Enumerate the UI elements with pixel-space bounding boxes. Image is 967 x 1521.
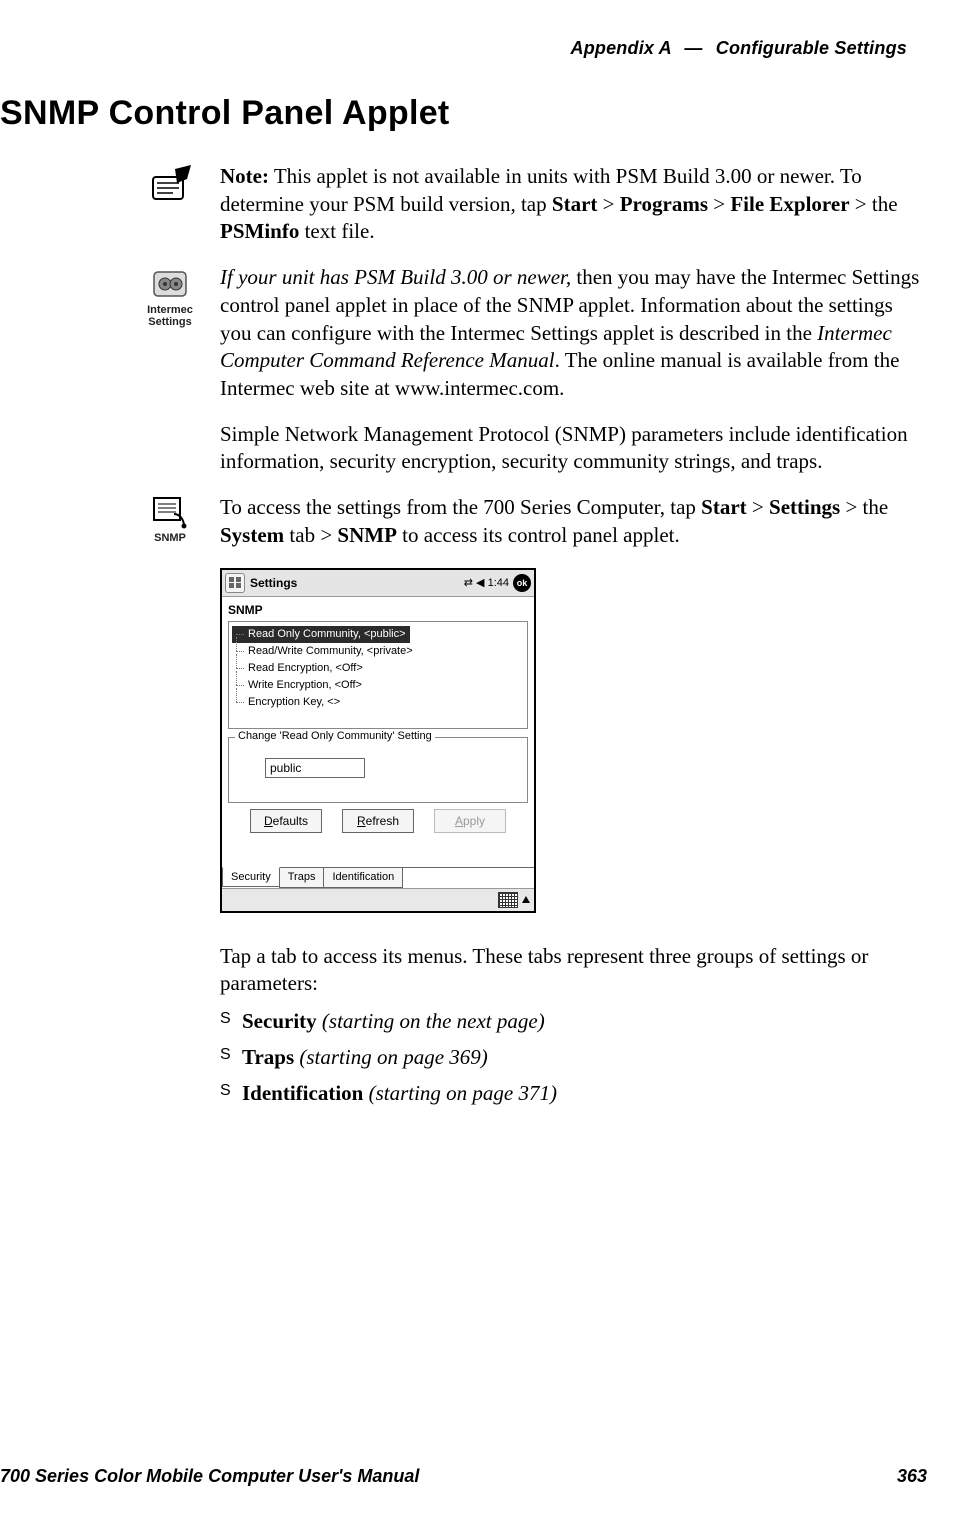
- tree-item-encryption-key[interactable]: Encryption Key, <>: [232, 694, 524, 711]
- header-title: Configurable Settings: [716, 38, 907, 58]
- ok-button[interactable]: ok: [513, 574, 531, 592]
- note-icon: [140, 165, 200, 203]
- running-head: Appendix A — Configurable Settings: [0, 38, 907, 59]
- up-arrow-icon[interactable]: [522, 896, 530, 903]
- tab-security[interactable]: Security: [222, 867, 280, 887]
- note-prefix: Note:: [220, 164, 269, 188]
- titlebar: Settings ⇄ ◀ 1:44 ok: [222, 570, 534, 597]
- snmp-paragraph: Simple Network Management Protocol (SNMP…: [220, 421, 927, 476]
- intermec-icon-caption: Intermec Settings: [140, 304, 200, 328]
- titlebar-title: Settings: [250, 576, 297, 590]
- panel-title: SNMP: [222, 597, 534, 619]
- settings-tree[interactable]: Read Only Community, <public> Read/Write…: [228, 621, 528, 729]
- footer-page-number: 363: [897, 1466, 927, 1487]
- start-flag-icon[interactable]: [225, 573, 245, 593]
- tab-identification[interactable]: Identification: [323, 868, 403, 888]
- access-text: To access the settings from the 700 Seri…: [220, 494, 927, 549]
- bullet-security: Security (starting on the next page): [220, 1008, 927, 1036]
- change-setting-fieldset: Change 'Read Only Community' Setting: [228, 737, 528, 803]
- refresh-button[interactable]: Refresh: [342, 809, 414, 833]
- defaults-button[interactable]: Defaults: [250, 809, 322, 833]
- intermec-text: If your unit has PSM Build 3.00 or newer…: [220, 264, 927, 403]
- tree-item-read-write-community[interactable]: Read/Write Community, <private>: [232, 643, 524, 660]
- tree-item-read-only-community[interactable]: Read Only Community, <public>: [232, 626, 410, 643]
- snmp-para-text: Simple Network Management Protocol (SNMP…: [220, 421, 927, 476]
- keyboard-icon[interactable]: [498, 892, 518, 908]
- dash: —: [676, 38, 710, 58]
- snmp-icon: SNMP: [140, 496, 200, 544]
- page-footer: 700 Series Color Mobile Computer User's …: [0, 1466, 967, 1487]
- bullet-identification: Identification (starting on page 371): [220, 1080, 927, 1108]
- footer-left: 700 Series Color Mobile Computer User's …: [0, 1466, 419, 1487]
- tree-item-write-encryption[interactable]: Write Encryption, <Off>: [232, 677, 524, 694]
- intermec-block: Intermec Settings If your unit has PSM B…: [220, 264, 927, 403]
- bullet-traps: Traps (starting on page 369): [220, 1044, 927, 1072]
- tree-item-read-encryption[interactable]: Read Encryption, <Off>: [232, 660, 524, 677]
- intermec-settings-icon: Intermec Settings: [140, 266, 200, 328]
- access-block: SNMP To access the settings from the 700…: [220, 494, 927, 549]
- setting-value-input[interactable]: [265, 758, 365, 778]
- bullet-list: Security (starting on the next page) Tra…: [220, 1008, 927, 1107]
- apply-button: Apply: [434, 809, 506, 833]
- device-screenshot: Settings ⇄ ◀ 1:44 ok SNMP Read Only Comm…: [220, 568, 927, 913]
- note-block: Note: This applet is not available in un…: [220, 163, 927, 246]
- status-icons: ⇄ ◀ 1:44: [464, 576, 509, 589]
- snmp-icon-caption: SNMP: [140, 532, 200, 544]
- bottom-bar: [222, 888, 534, 911]
- appendix-label: Appendix A: [571, 38, 672, 58]
- tab-strip: Security Traps Identification: [222, 867, 534, 888]
- note-text: Note: This applet is not available in un…: [220, 163, 927, 246]
- after-screenshot-para: Tap a tab to access its menus. These tab…: [220, 943, 927, 1108]
- tab-traps[interactable]: Traps: [279, 868, 325, 888]
- section-title: SNMP Control Panel Applet: [0, 94, 947, 133]
- fieldset-legend: Change 'Read Only Community' Setting: [235, 730, 435, 742]
